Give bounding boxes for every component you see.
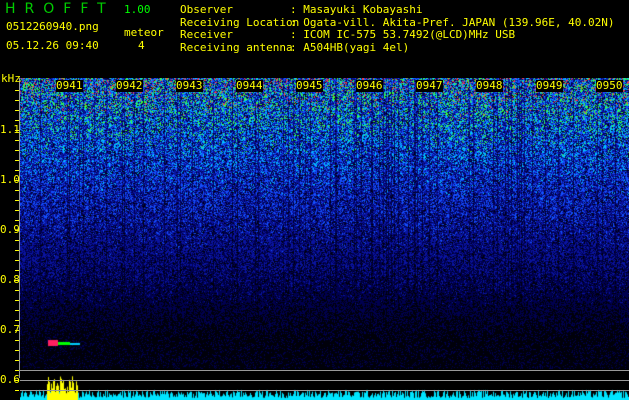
time-label: 0941 xyxy=(56,79,83,92)
y-tick xyxy=(15,110,19,111)
info-value: : Ogata-vill. Akita-Pref. JAPAN (139.96E… xyxy=(290,15,615,29)
y-tick xyxy=(15,200,19,201)
y-tick xyxy=(15,160,19,161)
app-version: 1.00 xyxy=(124,3,151,16)
grid-line xyxy=(20,380,629,381)
y-tick xyxy=(15,260,19,261)
hrofft-window: HROFFT 1.00 0512260940.png 05.12.26 09:4… xyxy=(0,0,629,400)
time-label: 0944 xyxy=(236,79,263,92)
info-value: : Masayuki Kobayashi xyxy=(290,3,423,16)
y-tick xyxy=(15,230,19,231)
info-label: Observer xyxy=(180,3,233,16)
spectrogram xyxy=(20,78,629,400)
y-tick xyxy=(15,100,19,101)
grid-line xyxy=(20,370,629,371)
meteor-count: 4 xyxy=(138,39,145,52)
y-tick xyxy=(15,350,19,351)
y-tick xyxy=(15,380,19,381)
y-tick xyxy=(15,240,19,241)
y-tick xyxy=(15,340,19,341)
y-tick xyxy=(15,270,19,271)
y-tick xyxy=(15,390,19,391)
y-tick xyxy=(15,290,19,291)
y-tick xyxy=(15,170,19,171)
y-tick xyxy=(15,320,19,321)
y-tick xyxy=(15,120,19,121)
y-tick xyxy=(15,330,19,331)
time-label: 0949 xyxy=(536,79,563,92)
y-tick xyxy=(15,140,19,141)
time-label: 0943 xyxy=(176,79,203,92)
info-label: Receiver xyxy=(180,28,233,41)
y-axis-unit: kHz xyxy=(1,72,21,85)
y-tick xyxy=(15,180,19,181)
meteor-label: meteor xyxy=(124,26,164,39)
time-label: 0947 xyxy=(416,79,443,92)
y-tick xyxy=(15,310,19,311)
info-value: : A504HB(yagi 4el) xyxy=(290,40,410,54)
filename: 0512260940.png xyxy=(6,20,99,33)
time-label: 0945 xyxy=(296,79,323,92)
info-label: Receiving Location xyxy=(180,15,300,29)
time-label: 0942 xyxy=(116,79,143,92)
time-label: 0948 xyxy=(476,79,503,92)
datetime: 05.12.26 09:40 xyxy=(6,39,99,52)
y-tick xyxy=(15,90,19,91)
y-tick xyxy=(15,300,19,301)
time-label: 0946 xyxy=(356,79,383,92)
y-tick xyxy=(15,190,19,191)
y-tick xyxy=(15,360,19,361)
y-tick xyxy=(15,250,19,251)
y-tick xyxy=(15,220,19,221)
y-tick xyxy=(15,150,19,151)
y-tick xyxy=(15,370,19,371)
grid-line xyxy=(20,390,629,391)
info-value: : ICOM IC-575 53.7492(@LCD)MHz USB xyxy=(290,28,516,41)
time-label: 0950 xyxy=(596,79,623,92)
info-label: Receiving antenna xyxy=(180,40,293,54)
y-tick xyxy=(15,130,19,131)
y-tick xyxy=(15,280,19,281)
app-logo: HROFFT xyxy=(5,1,115,17)
y-tick xyxy=(15,210,19,211)
